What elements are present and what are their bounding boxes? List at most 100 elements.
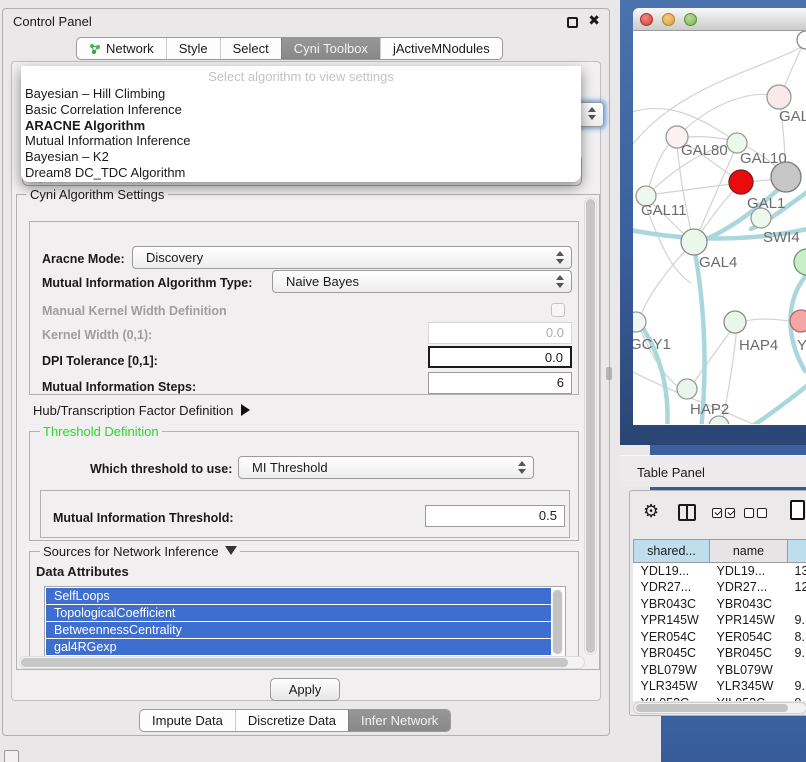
- stepper-icon: [518, 461, 526, 474]
- table-cell: YPR145W: [710, 612, 788, 629]
- table-row[interactable]: YPR145WYPR145W9.: [634, 612, 806, 629]
- show-columns-icon[interactable]: [712, 508, 735, 518]
- mi-steps-field[interactable]: 6: [428, 372, 572, 394]
- network-edge[interactable]: [647, 139, 675, 193]
- data-attribute-item[interactable]: BetweennessCentrality: [46, 622, 551, 638]
- network-node-gal1[interactable]: [729, 170, 753, 194]
- column-header[interactable]: name: [710, 540, 788, 563]
- tab-style[interactable]: Style: [166, 38, 220, 59]
- network-node-swi4[interactable]: [751, 208, 771, 228]
- table-row[interactable]: YER054CYER054C8.: [634, 629, 806, 646]
- tab-select[interactable]: Select: [220, 38, 281, 59]
- data-attribute-item[interactable]: SelfLoops: [46, 588, 551, 604]
- tab-network[interactable]: Network: [77, 38, 166, 59]
- table-row[interactable]: YIL052CYIL052C9: [634, 695, 806, 702]
- tab-label: Style: [179, 41, 208, 56]
- float-window-icon[interactable]: [567, 17, 578, 28]
- minimized-panel-icon[interactable]: [4, 750, 19, 762]
- manual-kernel-checkbox[interactable]: [551, 303, 565, 317]
- mi-type-label: Mutual Information Algorithm Type:: [42, 276, 252, 290]
- network-node-y[interactable]: [790, 310, 806, 332]
- tab-label: Impute Data: [152, 713, 223, 728]
- kernel-width-field[interactable]: 0.0: [428, 322, 572, 344]
- network-edge[interactable]: [690, 325, 735, 388]
- tab-jactivemnodules[interactable]: jActiveMNodules: [380, 38, 502, 59]
- node-table: shared...nameAYDL19...YDL19...13YDR27...…: [633, 539, 806, 701]
- network-node-gal4[interactable]: [681, 229, 707, 255]
- network-node[interactable]: [794, 249, 806, 275]
- sources-group: Sources for Network Inference Data Attri…: [29, 551, 579, 669]
- tab-discretize-data[interactable]: Discretize Data: [235, 710, 348, 731]
- algorithm-option[interactable]: Dream8 DC_TDC Algorithm: [21, 165, 581, 181]
- node-label: GAL: [779, 108, 806, 125]
- data-attributes-list[interactable]: SelfLoopsTopologicalCoefficientBetweenne…: [44, 586, 566, 658]
- algorithm-option[interactable]: Bayesian – K2: [21, 149, 581, 165]
- table-cell: YDL19...: [710, 563, 788, 580]
- network-node[interactable]: [771, 162, 801, 192]
- data-attribute-item[interactable]: gal4RGexp: [46, 639, 551, 655]
- algorithm-option[interactable]: Bayesian – Hill Climbing: [21, 86, 581, 102]
- table-row[interactable]: YDR27...YDR27...12: [634, 579, 806, 596]
- zoom-traffic-light-icon[interactable]: [684, 13, 697, 26]
- mi-threshold-field[interactable]: 0.5: [425, 505, 565, 527]
- columns-icon[interactable]: [678, 504, 696, 521]
- hide-columns-icon[interactable]: [744, 508, 767, 518]
- minimize-traffic-light-icon[interactable]: [662, 13, 675, 26]
- node-label: Y: [797, 337, 806, 354]
- network-edge[interactable]: [679, 94, 778, 135]
- network-canvas[interactable]: GALGAL80GAL10GAL1GAL11SWI4GAL4GCY1HAP4YH…: [633, 31, 806, 424]
- sources-title[interactable]: Sources for Network Inference: [40, 544, 240, 559]
- export-table-icon[interactable]: [790, 500, 805, 520]
- splitter-handle[interactable]: [606, 367, 612, 380]
- network-edge-highlighted[interactable]: [694, 246, 705, 424]
- tab-cyni-toolbox[interactable]: Cyni Toolbox: [281, 38, 380, 59]
- list-scrollbar[interactable]: [552, 589, 563, 655]
- table-cell: YBL079W: [634, 662, 710, 679]
- aracne-mode-value: Discovery: [146, 250, 203, 265]
- table-cell: YLR345W: [710, 678, 788, 695]
- column-header[interactable]: shared...: [634, 540, 710, 563]
- network-edge[interactable]: [638, 245, 690, 322]
- table-row[interactable]: YBR043CYBR043C: [634, 596, 806, 613]
- column-header[interactable]: A: [788, 540, 806, 563]
- dpi-tolerance-field[interactable]: 0.0: [428, 346, 572, 368]
- table-row[interactable]: YBR045CYBR045C9.: [634, 645, 806, 662]
- sources-title-text: Sources for Network Inference: [43, 544, 219, 559]
- algorithm-placeholder: Select algorithm to view settings: [21, 68, 581, 86]
- tab-label: jActiveMNodules: [393, 41, 490, 56]
- network-edge[interactable]: [648, 183, 739, 195]
- tab-infer-network[interactable]: Infer Network: [348, 710, 450, 731]
- table-horizontal-scrollbar[interactable]: [633, 702, 806, 714]
- mi-type-combo[interactable]: Naive Bayes: [272, 270, 572, 293]
- table-cell: [788, 662, 806, 679]
- table-cell: 9.: [788, 645, 806, 662]
- table-cell: YBR043C: [710, 596, 788, 613]
- settings-vertical-scrollbar[interactable]: [584, 197, 597, 655]
- node-label: GAL80: [681, 142, 728, 159]
- network-node-hap4[interactable]: [724, 311, 746, 333]
- table-row[interactable]: YLR345WYLR345W9.: [634, 678, 806, 695]
- table-row[interactable]: YDL19...YDL19...13: [634, 563, 806, 580]
- algorithm-option[interactable]: ARACNE Algorithm: [21, 118, 581, 134]
- apply-button[interactable]: Apply: [270, 678, 340, 701]
- algorithm-option[interactable]: Mutual Information Inference: [21, 133, 581, 149]
- network-edge-highlighted[interactable]: [745, 361, 806, 424]
- gear-icon[interactable]: ⚙: [643, 501, 659, 522]
- close-icon[interactable]: ✖: [588, 13, 600, 29]
- tab-impute-data[interactable]: Impute Data: [140, 710, 235, 731]
- network-window: GALGAL80GAL10GAL1GAL11SWI4GAL4GCY1HAP4YH…: [633, 8, 806, 425]
- network-window-titlebar[interactable]: [633, 8, 806, 31]
- settings-horizontal-scrollbar[interactable]: [19, 656, 585, 669]
- table-row[interactable]: YBL079WYBL079W: [634, 662, 806, 679]
- hub-definition-toggle[interactable]: Hub/Transcription Factor Definition: [33, 403, 250, 418]
- which-threshold-combo[interactable]: MI Threshold: [238, 456, 534, 479]
- network-node-hap2[interactable]: [677, 379, 697, 399]
- aracne-mode-combo[interactable]: Discovery: [132, 246, 572, 269]
- table-panel-window: ⚙ shared...nameAYDL19...YDL19...13YDR27.…: [629, 490, 806, 716]
- table-cell: YER054C: [710, 629, 788, 646]
- close-traffic-light-icon[interactable]: [640, 13, 653, 26]
- network-node-gal[interactable]: [767, 85, 791, 109]
- data-attribute-item[interactable]: TopologicalCoefficient: [46, 605, 551, 621]
- network-node[interactable]: [797, 31, 806, 49]
- algorithm-option[interactable]: Basic Correlation Inference: [21, 102, 581, 118]
